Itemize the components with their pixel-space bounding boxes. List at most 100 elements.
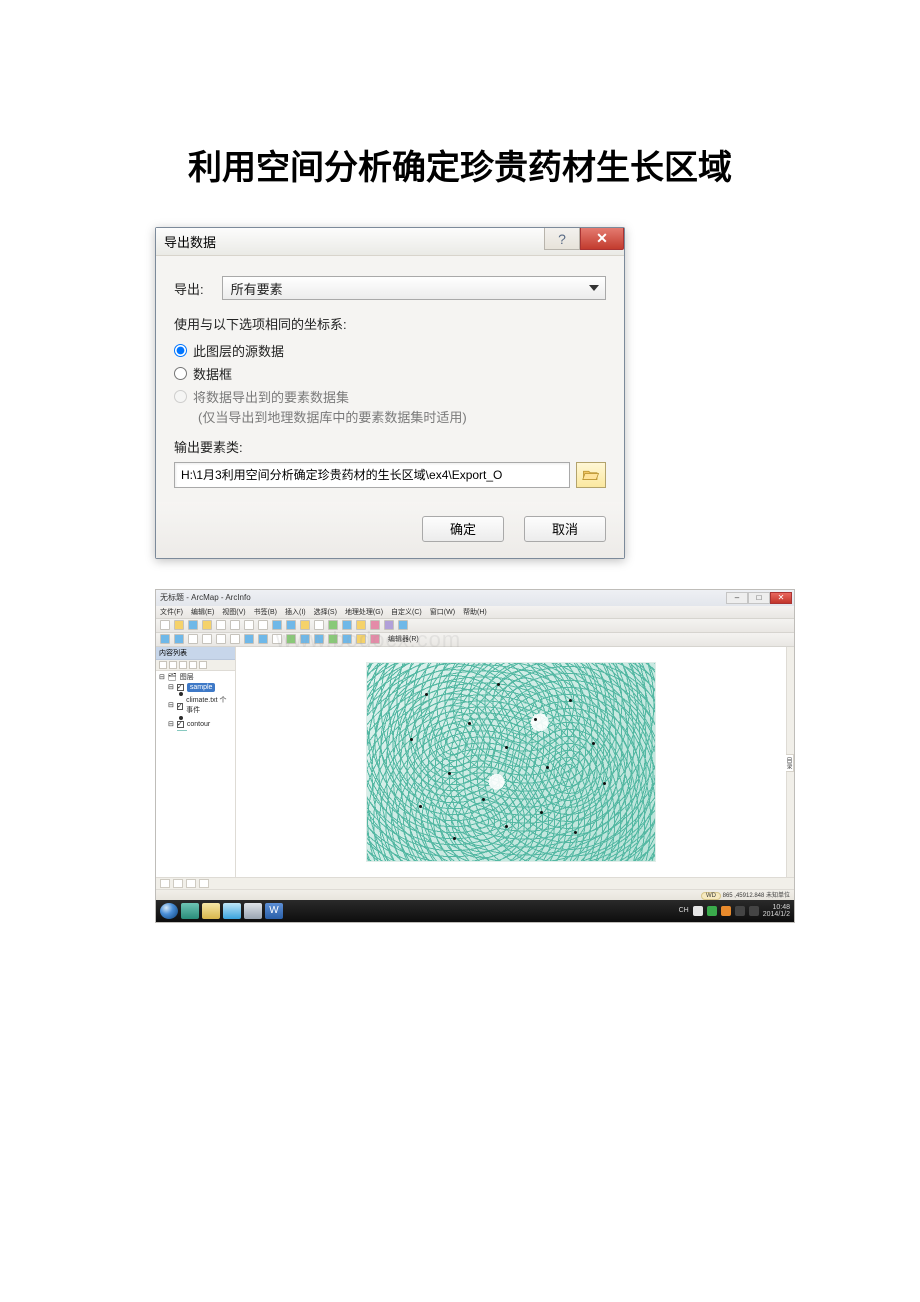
data-view-tab[interactable] [160, 879, 170, 888]
toc-list-drawing-icon[interactable] [159, 661, 167, 669]
pause-drawing-icon[interactable] [199, 879, 209, 888]
menu-view[interactable]: 视图(V) [222, 607, 245, 617]
tray-icon-2[interactable] [707, 906, 717, 916]
toc-list-source-icon[interactable] [169, 661, 177, 669]
toc-tree[interactable]: ⊟ 🗂 图层 ⊟ sample ⊟ climate.txt 个事件 ⊟ cont… [156, 671, 235, 733]
identify-icon[interactable] [314, 634, 324, 644]
clear-selection-icon[interactable] [286, 634, 296, 644]
tray-network-icon[interactable] [735, 906, 745, 916]
map-view-tabs[interactable] [156, 877, 794, 889]
arcmap-window-titlebar[interactable]: 无标题 - ArcMap - ArcInfo – □ ✕ [156, 590, 794, 606]
toc-layers-node[interactable]: 图层 [180, 673, 194, 683]
taskbar-word-icon[interactable]: W [265, 903, 283, 919]
menu-file[interactable]: 文件(F) [160, 607, 183, 617]
menu-selection[interactable]: 选择(S) [314, 607, 337, 617]
print-icon[interactable] [202, 620, 212, 630]
cut-icon[interactable] [216, 620, 226, 630]
menu-geoprocessing[interactable]: 地理处理(G) [345, 607, 383, 617]
toc-list-visibility-icon[interactable] [179, 661, 187, 669]
fixed-zoom-in-icon[interactable] [216, 634, 226, 644]
help-button[interactable]: ? [544, 228, 580, 250]
window-close-button[interactable]: ✕ [770, 592, 792, 604]
radio-feature-dataset[interactable]: 将数据导出到的要素数据集 [174, 387, 606, 406]
layer-sample-checkbox[interactable] [177, 684, 184, 691]
goto-xy-icon[interactable] [342, 634, 352, 644]
export-scope-select[interactable]: 所有要素 [222, 276, 606, 300]
full-extent-icon[interactable] [202, 634, 212, 644]
tray-volume-icon[interactable] [749, 906, 759, 916]
zoom-in-icon[interactable] [160, 634, 170, 644]
scale-icon[interactable] [314, 620, 324, 630]
toc-icon[interactable] [342, 620, 352, 630]
menu-edit[interactable]: 编辑(E) [191, 607, 214, 617]
editor-icon[interactable] [328, 620, 338, 630]
radio-data-frame[interactable]: 数据框 [174, 364, 606, 383]
menu-help[interactable]: 帮助(H) [463, 607, 487, 617]
ime-indicator[interactable]: CH [679, 907, 689, 914]
menu-bookmarks[interactable]: 书签(B) [254, 607, 277, 617]
redo-icon[interactable] [286, 620, 296, 630]
select-elements-icon[interactable] [300, 634, 310, 644]
find-icon[interactable] [328, 634, 338, 644]
arcmap-menu-bar[interactable]: 文件(F) 编辑(E) 视图(V) 书签(B) 插入(I) 选择(S) 地理处理… [156, 606, 794, 619]
radio-data-frame-input[interactable] [174, 367, 187, 380]
open-icon[interactable] [174, 620, 184, 630]
save-icon[interactable] [188, 620, 198, 630]
undo-icon[interactable] [272, 620, 282, 630]
help-icon[interactable] [398, 620, 408, 630]
add-data-icon[interactable] [300, 620, 310, 630]
cancel-button[interactable]: 取消 [524, 516, 606, 542]
menu-window[interactable]: 窗口(W) [430, 607, 455, 617]
radio-source-data[interactable]: 此图层的源数据 [174, 341, 606, 360]
minimize-button[interactable]: – [726, 592, 748, 604]
taskbar-magnifier-icon[interactable] [244, 903, 262, 919]
paste-icon[interactable] [244, 620, 254, 630]
editor-toolbar-label[interactable]: 编辑器(R) [388, 634, 419, 644]
taskbar-ie-icon[interactable] [223, 903, 241, 919]
layer-sample[interactable]: sample [187, 683, 216, 693]
fixed-zoom-out-icon[interactable] [230, 634, 240, 644]
ok-button[interactable]: 确定 [422, 516, 504, 542]
taskbar-explorer-icon[interactable] [202, 903, 220, 919]
toc-list-selection-icon[interactable] [189, 661, 197, 669]
next-extent-icon[interactable] [258, 634, 268, 644]
select-features-icon[interactable] [272, 634, 282, 644]
pan-icon[interactable] [188, 634, 198, 644]
dialog-titlebar[interactable]: 导出数据 ? ✕ [156, 228, 624, 256]
output-path-input[interactable] [174, 462, 570, 488]
zoom-out-icon[interactable] [174, 634, 184, 644]
right-docked-tabs[interactable]: 目录 搜索 [786, 647, 794, 877]
toc-view-buttons[interactable] [156, 660, 235, 671]
refresh-icon[interactable] [186, 879, 196, 888]
menu-customize[interactable]: 自定义(C) [391, 607, 422, 617]
layer-climate[interactable]: climate.txt 个事件 [186, 696, 232, 716]
layer-contour[interactable]: contour [187, 720, 210, 730]
browse-button[interactable] [576, 462, 606, 488]
table-of-contents-panel[interactable]: 内容列表 ⊟ 🗂 图层 ⊟ sample ⊟ climate.txt 个事件 ⊟… [156, 647, 236, 877]
new-icon[interactable] [160, 620, 170, 630]
measure-icon[interactable] [356, 634, 366, 644]
catalog-icon[interactable] [356, 620, 366, 630]
menu-insert[interactable]: 插入(I) [285, 607, 306, 617]
search-icon[interactable] [370, 620, 380, 630]
tray-icon-3[interactable] [721, 906, 731, 916]
layer-contour-checkbox[interactable] [177, 721, 184, 728]
tray-icon-1[interactable] [693, 906, 703, 916]
windows-taskbar[interactable]: W CH 10:48 2014/1/2 [156, 900, 794, 922]
taskbar-clock[interactable]: 10:48 2014/1/2 [763, 904, 790, 918]
radio-source-data-input[interactable] [174, 344, 187, 357]
close-button[interactable]: ✕ [580, 228, 624, 250]
delete-icon[interactable] [258, 620, 268, 630]
taskbar-app-icon-1[interactable] [181, 903, 199, 919]
arcmap-standard-toolbar[interactable] [156, 619, 794, 633]
hyperlink-icon[interactable] [370, 634, 380, 644]
toc-options-icon[interactable] [199, 661, 207, 669]
maximize-button[interactable]: □ [748, 592, 770, 604]
prev-extent-icon[interactable] [244, 634, 254, 644]
python-icon[interactable] [384, 620, 394, 630]
copy-icon[interactable] [230, 620, 240, 630]
start-button-icon[interactable] [160, 903, 178, 919]
map-view[interactable] [236, 647, 786, 877]
arcmap-tools-toolbar[interactable]: 编辑器(R) [156, 633, 794, 647]
layer-climate-checkbox[interactable] [177, 703, 183, 710]
